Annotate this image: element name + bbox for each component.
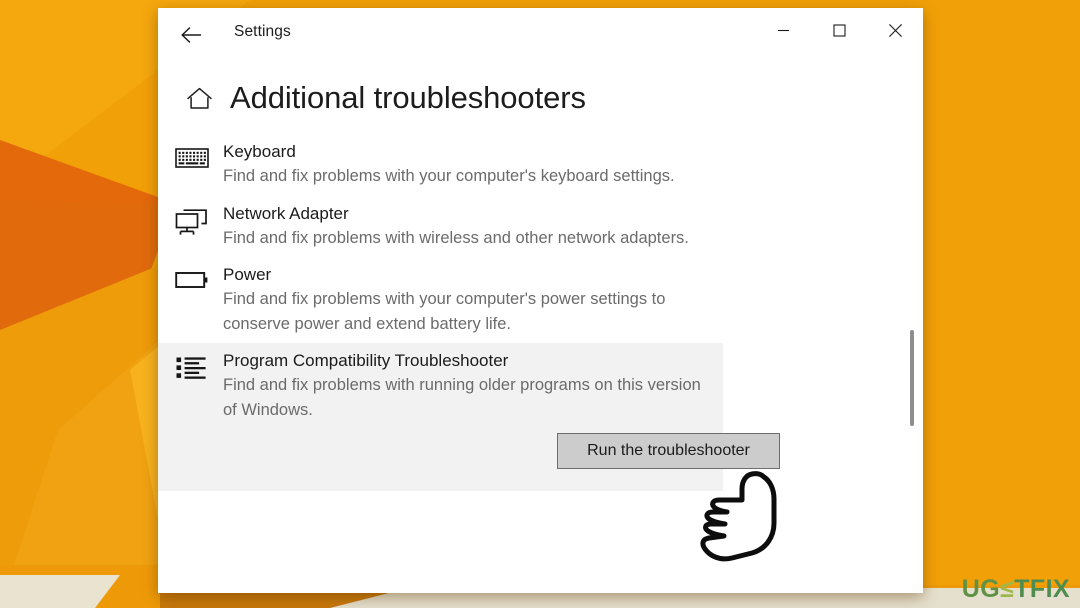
home-button[interactable] xyxy=(176,86,222,111)
troubleshooter-item-program-compatibility[interactable]: Program Compatibility Troubleshooter Fin… xyxy=(158,343,780,491)
troubleshooter-icon xyxy=(175,140,223,189)
watermark-prefix: UG xyxy=(961,575,1001,603)
list-icon xyxy=(176,357,206,379)
troubleshooter-name: Power xyxy=(223,265,272,284)
troubleshooter-description: Find and fix problems with your computer… xyxy=(223,290,666,333)
window-caption-buttons xyxy=(755,8,923,52)
run-troubleshooter-button[interactable]: Run the troubleshooter xyxy=(557,433,780,469)
troubleshooter-name: Network Adapter xyxy=(223,203,349,223)
close-icon xyxy=(888,23,902,37)
vertical-scrollbar[interactable] xyxy=(906,68,918,588)
troubleshooter-description: Find and fix problems with wireless and … xyxy=(223,228,689,247)
troubleshooter-icon xyxy=(175,263,223,336)
troubleshooter-list: Keyboard Find and fix problems with your… xyxy=(158,134,923,491)
troubleshooter-description: Find and fix problems with running older… xyxy=(223,376,701,419)
network-adapter-icon xyxy=(175,208,207,235)
back-button[interactable] xyxy=(171,18,211,52)
maximize-icon xyxy=(832,23,846,37)
window-titlebar: Settings xyxy=(158,8,923,61)
window-title: Settings xyxy=(234,23,291,40)
troubleshooter-item-power[interactable]: Power Find and fix problems with your co… xyxy=(158,257,923,343)
maximize-button[interactable] xyxy=(811,8,867,52)
close-button[interactable] xyxy=(867,8,923,52)
troubleshooter-name: Keyboard xyxy=(223,142,296,161)
page-header: Additional troubleshooters xyxy=(158,80,586,116)
ugetfix-watermark: UG≤TFIX xyxy=(962,577,1070,602)
minimize-icon xyxy=(777,29,789,31)
watermark-glyph: ≤ xyxy=(1000,575,1015,603)
troubleshooter-description: Find and fix problems with your computer… xyxy=(223,167,675,185)
scrollbar-thumb[interactable] xyxy=(910,330,914,426)
troubleshooter-action-row: Run the troubleshooter xyxy=(223,422,780,484)
watermark-suffix: TFIX xyxy=(1014,575,1070,603)
back-arrow-icon xyxy=(181,27,202,43)
troubleshooter-text: Power Find and fix problems with your co… xyxy=(223,263,731,336)
troubleshooter-name: Program Compatibility Troubleshooter xyxy=(223,351,509,370)
troubleshooter-text: Program Compatibility Troubleshooter Fin… xyxy=(223,349,780,484)
troubleshooter-icon xyxy=(175,202,223,251)
battery-icon xyxy=(175,272,208,288)
minimize-button[interactable] xyxy=(755,8,811,52)
troubleshooter-item-keyboard[interactable]: Keyboard Find and fix problems with your… xyxy=(158,134,923,196)
settings-window: Settings Additional troubleshooters Keyb… xyxy=(158,8,923,593)
troubleshooter-text: Keyboard Find and fix problems with your… xyxy=(223,140,693,189)
troubleshooter-item-network-adapter[interactable]: Network Adapter Find and fix problems wi… xyxy=(158,196,923,258)
keyboard-icon xyxy=(175,148,209,168)
troubleshooter-icon xyxy=(175,349,223,484)
home-icon xyxy=(186,87,212,109)
page-title: Additional troubleshooters xyxy=(230,80,586,115)
troubleshooter-text: Network Adapter Find and fix problems wi… xyxy=(223,202,707,251)
